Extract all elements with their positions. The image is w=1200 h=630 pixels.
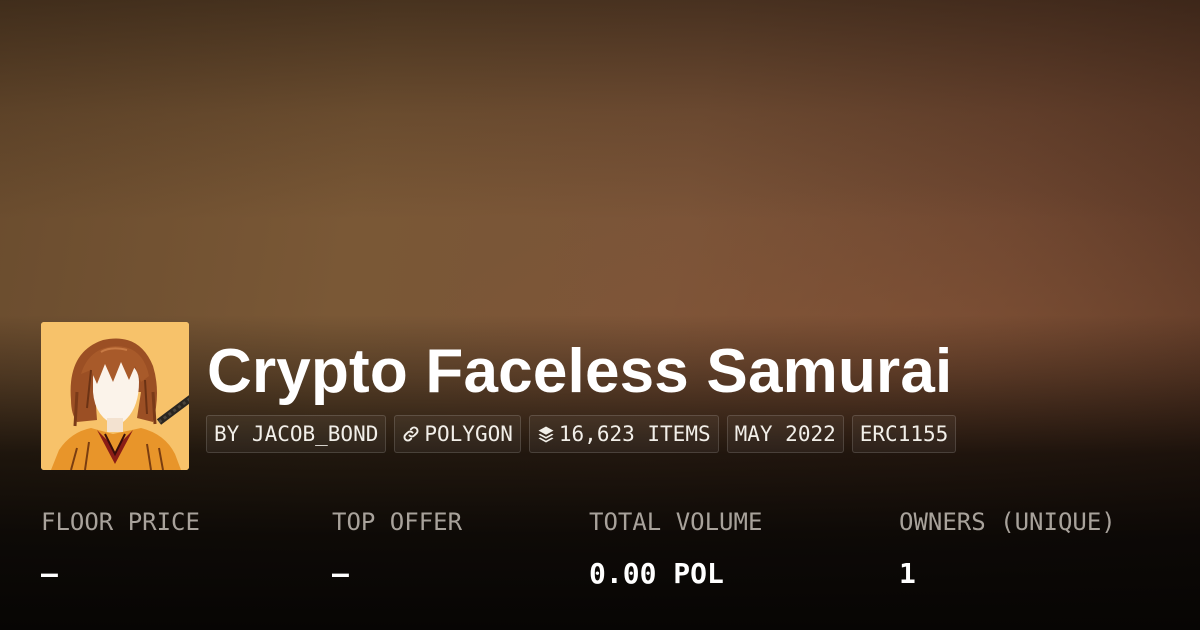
token-standard-tag: ERC1155	[851, 415, 957, 453]
stat-top-offer: TOP OFFER –	[332, 505, 462, 591]
stat-owners: OWNERS (UNIQUE) 1	[899, 505, 1116, 591]
created-date-tag: MAY 2022	[726, 415, 844, 453]
collection-title: Crypto Faceless Samurai	[207, 337, 953, 406]
stat-total-volume: TOTAL VOLUME 0.00 POL	[589, 505, 762, 591]
stat-value: 1	[899, 557, 916, 590]
items-count-label: 16,623 ITEMS	[558, 422, 711, 446]
stat-value: 0.00 POL	[589, 557, 724, 590]
creator-label: BY JACOB_BOND	[214, 422, 379, 446]
collection-avatar[interactable]	[41, 322, 189, 470]
link-icon	[402, 425, 420, 443]
stat-label: OWNERS (UNIQUE)	[899, 508, 1116, 536]
chain-label: POLYGON	[424, 422, 513, 446]
stat-value: –	[332, 557, 349, 590]
items-count-tag[interactable]: 16,623 ITEMS	[528, 415, 719, 453]
chain-tag[interactable]: POLYGON	[394, 415, 521, 453]
collection-tags: BY JACOB_BOND POLYGON 16,623 ITEMS MAY 2…	[206, 415, 957, 453]
stat-label: TOP OFFER	[332, 508, 463, 536]
token-standard-label: ERC1155	[859, 422, 949, 446]
layers-icon	[537, 425, 555, 443]
samurai-avatar-image	[41, 322, 189, 470]
stat-label: FLOOR PRICE	[41, 508, 200, 536]
collection-card: Crypto Faceless Samurai BY JACOB_BOND PO…	[0, 0, 1200, 630]
created-date-label: MAY 2022	[734, 422, 836, 446]
stat-label: TOTAL VOLUME	[589, 508, 763, 536]
stat-value: –	[41, 557, 58, 590]
creator-tag[interactable]: BY JACOB_BOND	[206, 415, 387, 453]
stat-floor-price: FLOOR PRICE –	[41, 505, 200, 591]
